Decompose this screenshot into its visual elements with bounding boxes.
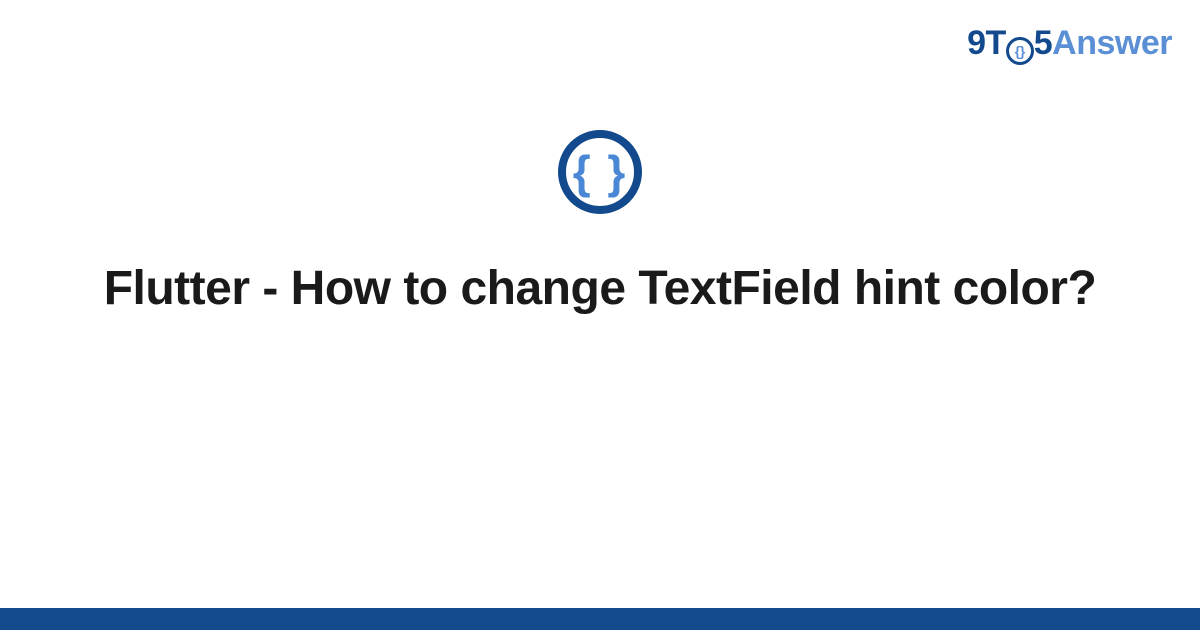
site-logo[interactable]: 9T{}5Answer <box>967 24 1172 63</box>
page-title: Flutter - How to change TextField hint c… <box>48 258 1152 319</box>
logo-text-answer: Answer <box>1052 24 1172 62</box>
logo-text-5: 5 <box>1034 24 1052 62</box>
logo-text-9t: 9T <box>967 24 1006 62</box>
brace-glyph: { } <box>573 149 628 195</box>
code-brace-icon: { } <box>558 130 642 214</box>
logo-o-icon: {} <box>1006 37 1034 65</box>
footer-bar <box>0 608 1200 630</box>
